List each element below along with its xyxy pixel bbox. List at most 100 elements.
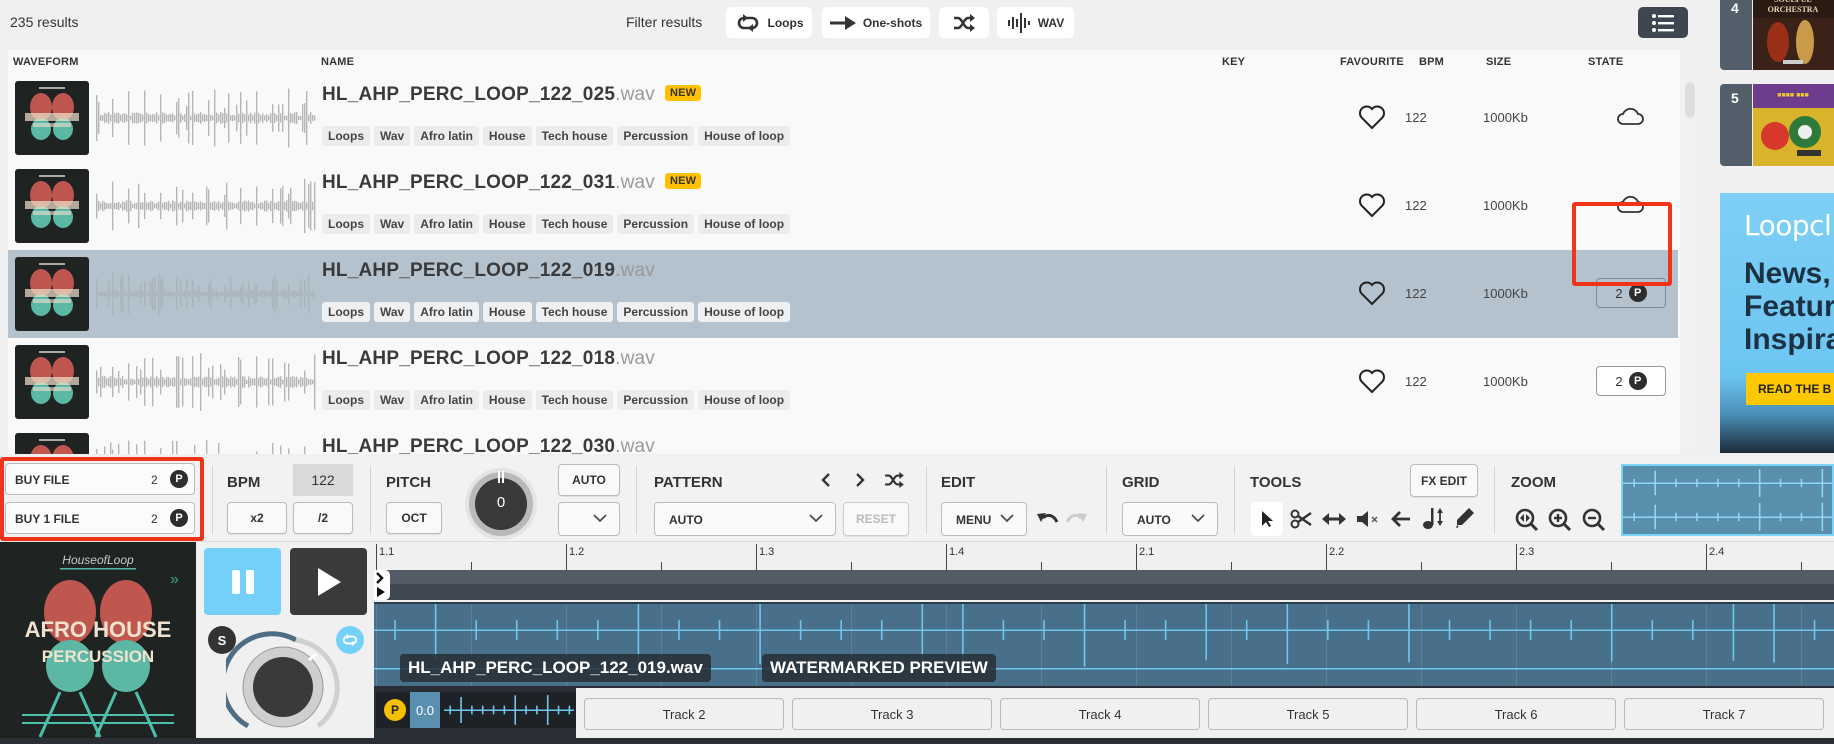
chart-item[interactable]: 4 SOULFULORCHESTRA	[1720, 0, 1834, 70]
table-scrollbar[interactable]	[1680, 78, 1700, 454]
pack-thumbnail[interactable]	[15, 169, 89, 243]
tag[interactable]: Tech house	[535, 214, 614, 234]
tag[interactable]: House of loop	[698, 302, 791, 322]
file-name[interactable]: HL_AHP_PERC_LOOP_122_030.wav	[322, 436, 655, 454]
waveform-preview[interactable]	[96, 440, 316, 454]
download-cloud-button[interactable]	[1616, 106, 1644, 131]
tag[interactable]: House	[482, 214, 532, 234]
col-key[interactable]: KEY	[1222, 56, 1245, 68]
scissors-tool-button[interactable]	[1288, 506, 1314, 532]
pack-thumbnail[interactable]	[15, 345, 89, 419]
buy-file-button[interactable]: BUY FILE 2 P	[5, 463, 195, 495]
waveform-preview[interactable]	[96, 176, 316, 236]
tag[interactable]: Wav	[374, 126, 411, 146]
grid-dropdown[interactable]: AUTO	[1122, 502, 1218, 536]
col-state[interactable]: STATE	[1588, 56, 1623, 68]
tag[interactable]: Loops	[322, 390, 370, 410]
tag[interactable]: Percussion	[617, 390, 695, 410]
pitch-note-tool-button[interactable]	[1420, 504, 1446, 532]
scrollbar-thumb[interactable]	[1685, 82, 1695, 118]
blog-ad-banner[interactable]: Loopcl News, Featur Inspira READ THE B	[1720, 193, 1834, 453]
bpm-value[interactable]: 122	[293, 464, 353, 496]
tag[interactable]: Afro latin	[414, 302, 479, 322]
table-row[interactable]: HL_AHP_PERC_LOOP_122_018.wav Loops Wav Afro…	[8, 338, 1678, 426]
tag[interactable]: Wav	[374, 302, 411, 322]
col-size[interactable]: SIZE	[1486, 56, 1511, 68]
favourite-button[interactable]	[1358, 280, 1386, 306]
table-row[interactable]: HL_AHP_PERC_LOOP_122_030.wav	[8, 426, 1678, 454]
waveform-preview[interactable]	[96, 352, 316, 412]
waveform-preview[interactable]	[96, 88, 316, 148]
tag[interactable]: House	[482, 302, 532, 322]
track-button[interactable]: Track 3	[792, 698, 992, 730]
track-1-volume[interactable]: 0.0	[410, 692, 440, 728]
pattern-dropdown[interactable]: AUTO	[654, 502, 836, 536]
timeline-ruler[interactable]: 1.1 1.2 1.3 1.4 2.1 2.2 2.3 2.4	[374, 542, 1834, 570]
pattern-shuffle-button[interactable]	[882, 470, 906, 490]
bpm-double-button[interactable]: x2	[227, 502, 287, 534]
buy-one-file-button[interactable]: BUY 1 FILE 2 P	[5, 502, 195, 534]
tag[interactable]: Afro latin	[414, 214, 479, 234]
pointer-tool-button[interactable]	[1251, 502, 1283, 536]
tag[interactable]: Loops	[322, 214, 370, 234]
tag[interactable]: Percussion	[617, 302, 695, 322]
favourite-button[interactable]	[1358, 192, 1386, 218]
pitch-knob[interactable]: 0	[463, 466, 539, 542]
filter-shuffle-button[interactable]	[939, 7, 989, 38]
col-waveform[interactable]: WAVEFORM	[13, 56, 79, 68]
track-button[interactable]: Track 5	[1208, 698, 1408, 730]
filter-oneshots-button[interactable]: One-shots	[822, 7, 930, 38]
file-name[interactable]: HL_AHP_PERC_LOOP_122_031.wav NEW	[322, 172, 702, 194]
redo-button[interactable]	[1064, 510, 1088, 528]
zoom-in-button[interactable]	[1547, 506, 1573, 534]
track-button[interactable]: Track 7	[1624, 698, 1824, 730]
bpm-half-button[interactable]: /2	[293, 502, 353, 534]
pack-thumbnail[interactable]	[15, 433, 89, 454]
tag[interactable]: Wav	[374, 390, 411, 410]
filter-loops-button[interactable]: Loops	[726, 7, 812, 38]
list-view-toggle[interactable]	[1638, 7, 1688, 38]
tag[interactable]: House of loop	[698, 390, 791, 410]
pack-thumbnail[interactable]	[15, 81, 89, 155]
zoom-fit-button[interactable]	[1514, 506, 1540, 534]
pack-thumbnail[interactable]	[15, 257, 89, 331]
file-name[interactable]: HL_AHP_PERC_LOOP_122_018.wav	[322, 348, 655, 370]
table-row[interactable]: HL_AHP_PERC_LOOP_122_025.wav NEW Loops Wav A…	[8, 74, 1678, 162]
waveform-preview[interactable]	[96, 264, 316, 324]
col-favourite[interactable]: FAVOURITE	[1340, 56, 1404, 68]
pattern-reset-button[interactable]: RESET	[843, 502, 909, 536]
pitch-dropdown[interactable]	[558, 502, 620, 536]
buy-price-button[interactable]: 2P	[1596, 366, 1666, 396]
play-button[interactable]	[290, 548, 367, 615]
tag[interactable]: House of loop	[698, 126, 791, 146]
file-name[interactable]: HL_AHP_PERC_LOOP_122_019.wav	[322, 260, 655, 282]
table-row[interactable]: HL_AHP_PERC_LOOP_122_019.wav Loops Wav Afro…	[8, 250, 1678, 338]
table-row[interactable]: HL_AHP_PERC_LOOP_122_031.wav NEW Loops Wav A…	[8, 162, 1678, 250]
col-bpm[interactable]: BPM	[1419, 56, 1444, 68]
loop-toggle-button[interactable]	[336, 626, 364, 654]
undo-button[interactable]	[1036, 510, 1060, 528]
track-1[interactable]: P 0.0	[376, 692, 576, 728]
tag[interactable]: Afro latin	[414, 390, 479, 410]
fx-edit-button[interactable]: FX EDIT	[1410, 464, 1478, 497]
track-button[interactable]: Track 4	[1000, 698, 1200, 730]
file-name[interactable]: HL_AHP_PERC_LOOP_122_025.wav NEW	[322, 84, 702, 106]
track-button[interactable]: Track 2	[584, 698, 784, 730]
tag[interactable]: Wav	[374, 214, 411, 234]
stretch-tool-button[interactable]	[1320, 506, 1348, 532]
automation-lane[interactable]	[374, 570, 1834, 584]
buy-price-button[interactable]: 2P	[1596, 278, 1666, 308]
tag[interactable]: Loops	[322, 302, 370, 322]
tag[interactable]: House	[482, 126, 532, 146]
tag[interactable]: Tech house	[535, 390, 614, 410]
pattern-prev-button[interactable]	[818, 470, 834, 490]
edit-menu-dropdown[interactable]: MENU	[941, 502, 1027, 536]
tag[interactable]: House	[482, 390, 532, 410]
filter-wav-button[interactable]: WAV	[997, 7, 1074, 38]
pattern-lane[interactable]	[374, 584, 1834, 600]
ad-cta-button[interactable]: READ THE B	[1746, 373, 1834, 405]
lane-expand-handle[interactable]	[374, 570, 390, 600]
octave-button[interactable]: OCT	[386, 502, 442, 534]
zoom-out-button[interactable]	[1581, 506, 1607, 534]
favourite-button[interactable]	[1358, 104, 1386, 130]
